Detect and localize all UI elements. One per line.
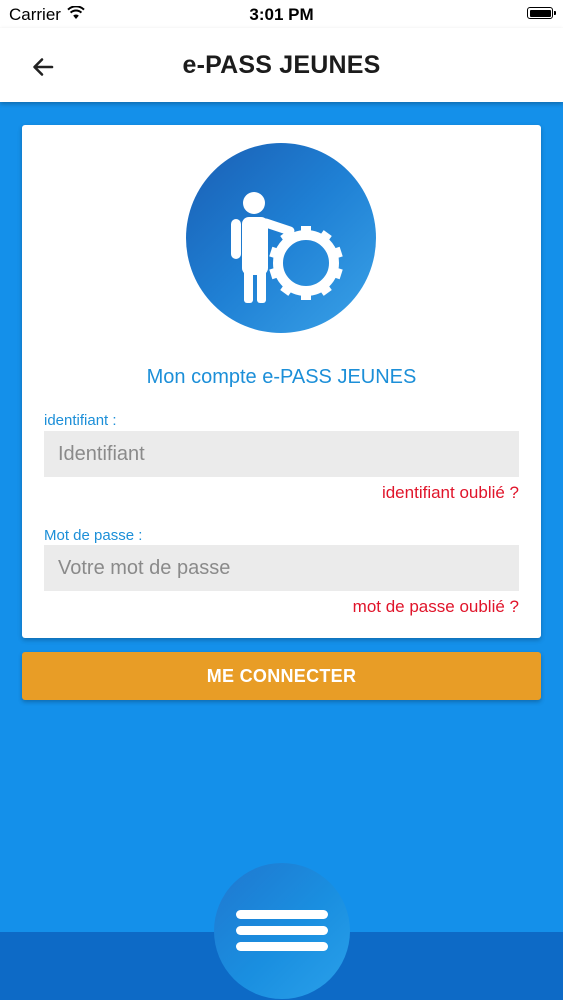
identifiant-label: identifiant : xyxy=(44,412,117,429)
battery-icon xyxy=(527,7,556,19)
login-card: Mon compte e-PASS JEUNES identifiant : i… xyxy=(22,125,541,638)
identifiant-input[interactable] xyxy=(44,431,519,477)
account-title: Mon compte e-PASS JEUNES xyxy=(146,366,417,388)
password-input[interactable] xyxy=(44,545,519,591)
person-gear-icon xyxy=(231,192,343,303)
connect-button[interactable]: ME CONNECTER xyxy=(22,652,541,700)
navigation-bar: e-PASS JEUNES xyxy=(0,28,563,102)
menu-button[interactable] xyxy=(214,863,350,999)
account-avatar xyxy=(186,143,376,333)
status-bar: Carrier 3:01 PM xyxy=(0,0,563,28)
hamburger-menu-icon xyxy=(236,910,328,951)
page-title: e-PASS JEUNES xyxy=(182,51,381,79)
password-label: Mot de passe : xyxy=(44,527,143,544)
clock: 3:01 PM xyxy=(249,5,314,24)
forgot-password-link[interactable]: mot de passe oublié ? xyxy=(353,597,519,617)
forgot-identifiant-link[interactable]: identifiant oublié ? xyxy=(382,483,519,503)
